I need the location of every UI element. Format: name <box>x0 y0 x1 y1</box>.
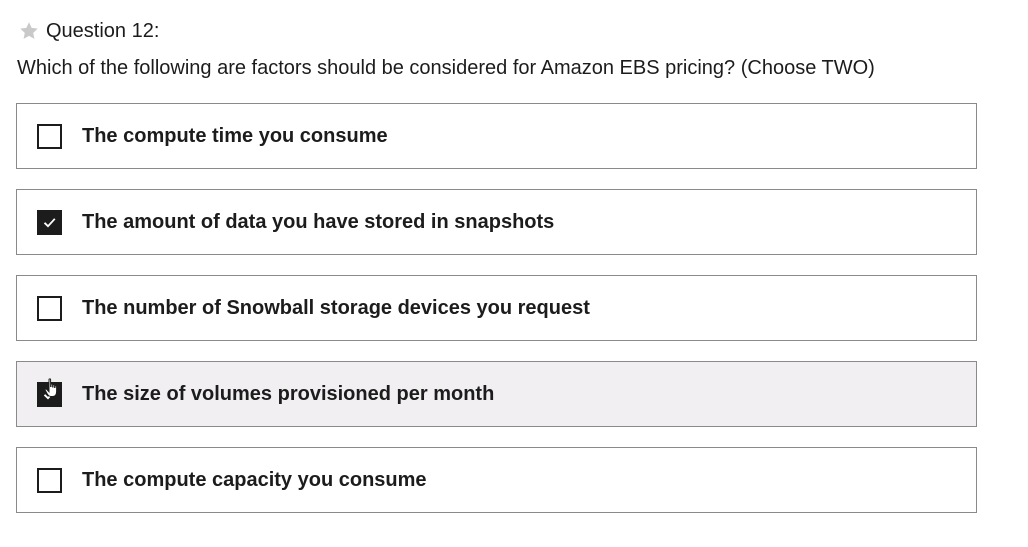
question-number: Question 12: <box>46 19 160 42</box>
option-2[interactable]: The amount of data you have stored in sn… <box>16 189 977 255</box>
question-header: Question 12: <box>18 18 159 44</box>
checkmark-icon <box>43 217 56 227</box>
option-label: The compute time you consume <box>82 124 388 147</box>
option-label: The compute capacity you consume <box>82 468 427 491</box>
star-icon[interactable] <box>18 20 40 42</box>
option-label: The size of volumes provisioned per mont… <box>82 382 495 405</box>
option-1[interactable]: The compute time you consume <box>16 103 977 169</box>
option-4[interactable]: The size of volumes provisioned per mont… <box>16 361 977 427</box>
checkbox-checked[interactable] <box>37 381 62 407</box>
checkbox-checked[interactable] <box>37 209 62 235</box>
option-5[interactable]: The compute capacity you consume <box>16 447 977 513</box>
checkbox-unchecked[interactable] <box>37 467 62 493</box>
option-label: The amount of data you have stored in sn… <box>82 210 555 233</box>
question-text: Which of the following are factors shoul… <box>17 57 875 79</box>
option-3[interactable]: The number of Snowball storage devices y… <box>16 275 977 341</box>
option-label: The number of Snowball storage devices y… <box>82 296 590 319</box>
checkmark-icon <box>43 389 56 399</box>
checkbox-unchecked[interactable] <box>37 295 62 321</box>
answer-options: The compute time you consume The amount … <box>16 103 977 533</box>
checkbox-unchecked[interactable] <box>37 123 62 149</box>
